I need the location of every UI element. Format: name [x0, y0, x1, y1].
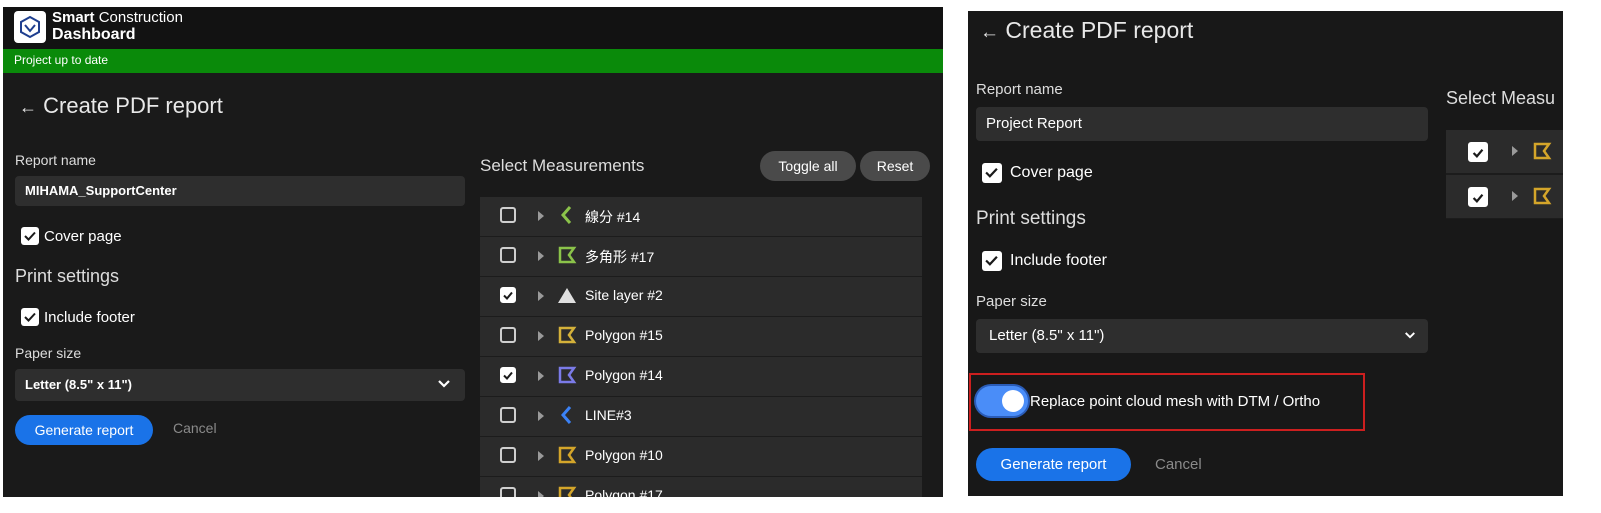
include-footer-label: Include footer	[44, 309, 135, 326]
cover-page-checkbox[interactable]	[21, 227, 39, 245]
include-footer-checkbox[interactable]	[21, 308, 39, 326]
page-title: ← Create PDF report	[980, 17, 1194, 43]
include-footer-label: Include footer	[1010, 252, 1107, 269]
generate-report-button[interactable]: Generate report	[15, 415, 153, 445]
paper-size-label: Paper size	[15, 345, 82, 361]
expand-arrow-icon[interactable]	[1512, 146, 1518, 156]
cancel-button[interactable]: Cancel	[173, 420, 217, 436]
polygon-icon	[558, 326, 577, 344]
select-measurements-heading: Select Measurements	[480, 156, 645, 175]
measurement-label: Polygon #15	[585, 327, 663, 343]
page-title: ← Create PDF report	[19, 93, 223, 118]
paper-size-select[interactable]: Letter (8.5" x 11")	[976, 319, 1428, 353]
mountain-icon	[558, 288, 576, 303]
measurement-checkbox[interactable]	[500, 327, 516, 343]
measurement-checkbox[interactable]	[500, 447, 516, 463]
measurement-label: 多角形 #17	[585, 249, 655, 265]
measurement-label: Polygon #17	[585, 487, 663, 497]
measurement-label: LINE#3	[585, 407, 632, 423]
select-measurements-heading: Select Measu	[1446, 88, 1556, 108]
measurements-list-partial	[1446, 130, 1563, 219]
app-header: Smart Construction Dashboard	[3, 7, 943, 49]
measurement-checkbox[interactable]	[500, 287, 516, 303]
expand-arrow-icon[interactable]	[538, 291, 544, 301]
expand-arrow-icon[interactable]	[538, 411, 544, 421]
list-item[interactable]: 線分 #14	[480, 197, 922, 237]
polygon-icon	[558, 486, 577, 497]
measurement-checkbox[interactable]	[1468, 142, 1488, 162]
cancel-button[interactable]: Cancel	[1155, 456, 1202, 473]
left-dashboard-panel: Smart Construction Dashboard Project up …	[3, 7, 943, 497]
measurement-checkbox[interactable]	[500, 407, 516, 423]
report-name-input[interactable]: MIHAMA_SupportCenter	[15, 176, 465, 206]
list-item[interactable]: Site layer #2	[480, 277, 922, 317]
brand-name: Smart Construction	[52, 9, 183, 26]
back-arrow-icon[interactable]: ←	[19, 97, 37, 117]
line-icon	[561, 406, 572, 424]
expand-arrow-icon[interactable]	[538, 211, 544, 221]
measurement-checkbox[interactable]	[500, 207, 516, 223]
reset-button[interactable]: Reset	[860, 151, 930, 181]
expand-arrow-icon[interactable]	[538, 451, 544, 461]
cover-page-label: Cover page	[1010, 164, 1093, 181]
paper-size-select[interactable]: Letter (8.5" x 11")	[15, 369, 465, 401]
measurement-label: Polygon #14	[585, 367, 663, 383]
status-banner: Project up to date	[3, 49, 943, 73]
list-item[interactable]: Polygon #10	[480, 437, 922, 477]
expand-arrow-icon[interactable]	[538, 251, 544, 261]
print-settings-heading: Print settings	[15, 266, 120, 286]
report-name-label: Report name	[976, 81, 1063, 98]
expand-arrow-icon[interactable]	[538, 371, 544, 381]
measurements-list: 線分 #14 多角形 #17 Site layer #2 Polygon #15…	[480, 197, 922, 497]
measurement-label: 線分 #14	[585, 209, 641, 225]
line-icon	[561, 206, 572, 224]
list-item[interactable]: 多角形 #17	[480, 237, 922, 277]
measurement-checkbox[interactable]	[500, 487, 516, 497]
expand-arrow-icon[interactable]	[538, 331, 544, 341]
measurement-checkbox[interactable]	[1468, 187, 1488, 207]
back-arrow-icon[interactable]: ←	[980, 22, 999, 43]
cover-page-checkbox[interactable]	[982, 163, 1002, 183]
app-logo-icon[interactable]	[14, 11, 46, 43]
polygon-icon	[1533, 142, 1552, 160]
toggle-all-button[interactable]: Toggle all	[760, 151, 856, 181]
measurement-label: Site layer #2	[585, 287, 663, 303]
list-item[interactable]: Polygon #17	[480, 477, 922, 497]
paper-size-label: Paper size	[976, 293, 1047, 310]
list-item[interactable]: Polygon #15	[480, 317, 922, 357]
status-text: Project up to date	[14, 53, 109, 67]
polygon-icon	[558, 246, 577, 264]
polygon-icon	[558, 366, 577, 384]
brand-subtitle: Dashboard	[52, 26, 136, 43]
measurement-checkbox[interactable]	[500, 247, 516, 263]
measurement-checkbox[interactable]	[500, 367, 516, 383]
list-item[interactable]	[1446, 175, 1563, 219]
cover-page-label: Cover page	[44, 228, 122, 245]
list-item[interactable]	[1446, 130, 1563, 175]
report-name-label: Report name	[15, 152, 96, 168]
expand-arrow-icon[interactable]	[538, 491, 544, 497]
report-name-input[interactable]: Project Report	[976, 107, 1428, 141]
chevron-down-icon	[1405, 332, 1415, 339]
polygon-icon	[1533, 187, 1552, 205]
list-item[interactable]: LINE#3	[480, 397, 922, 437]
measurement-label: Polygon #10	[585, 447, 663, 463]
highlight-box	[969, 373, 1365, 431]
print-settings-heading: Print settings	[976, 208, 1086, 229]
include-footer-checkbox[interactable]	[982, 251, 1002, 271]
generate-report-button[interactable]: Generate report	[976, 448, 1131, 481]
chevron-down-icon	[438, 380, 450, 388]
expand-arrow-icon[interactable]	[1512, 191, 1518, 201]
polygon-icon	[558, 446, 577, 464]
list-item[interactable]: Polygon #14	[480, 357, 922, 397]
